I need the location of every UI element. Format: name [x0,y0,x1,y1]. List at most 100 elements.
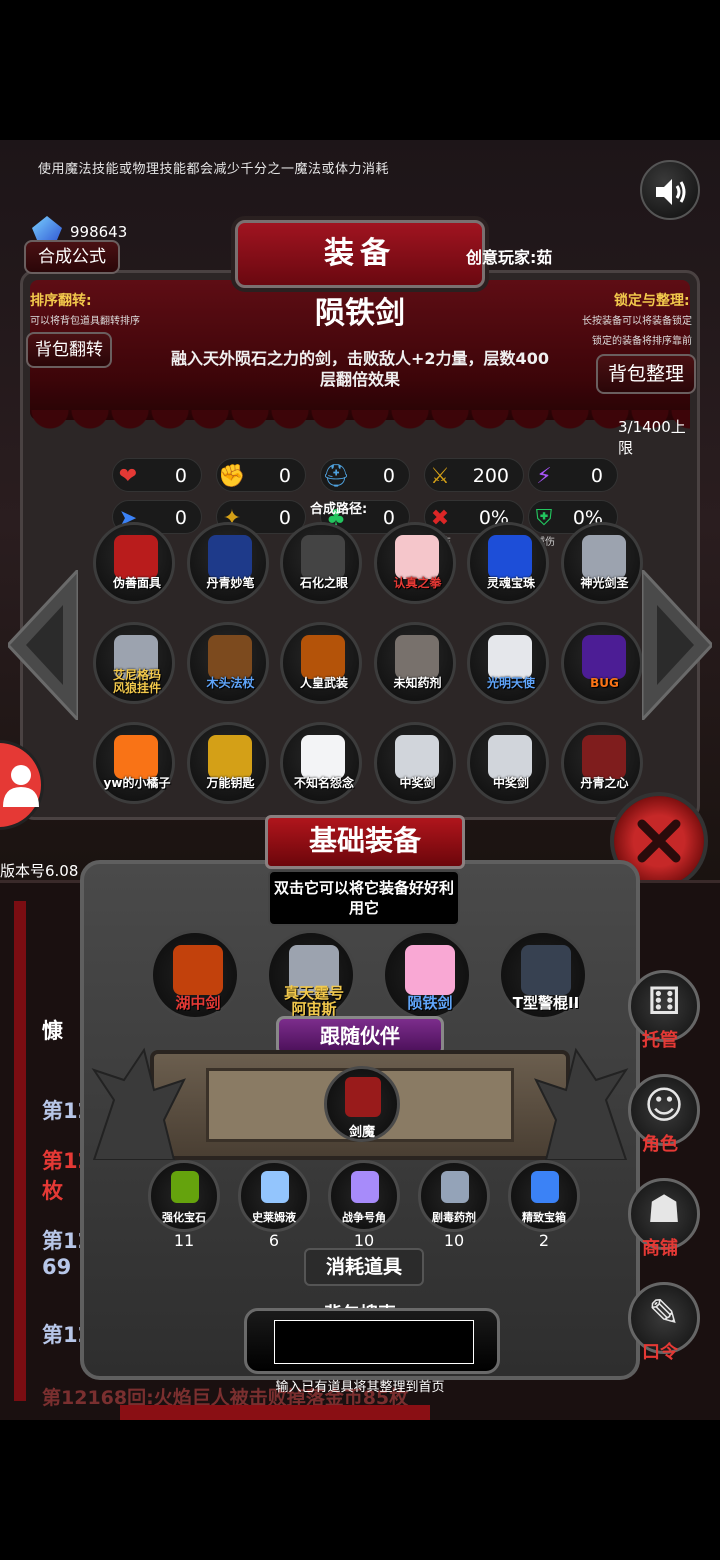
shop-icon: ☗ [646,1187,682,1231]
recipe-slot[interactable]: 人皇武装 [280,622,362,704]
recipe-slot[interactable]: 中奖剑 [467,722,549,804]
consumables-plate: 消耗道具 [304,1248,424,1286]
equipment-label: 陨铁剑 [407,994,453,1012]
log-line: 枚 [42,1179,63,1203]
consumable-count: 2 [538,1231,550,1250]
log-line: 69 [42,1255,72,1279]
recipe-item-label: 认真之拳 [393,576,442,590]
search-input[interactable] [274,1320,474,1364]
side-button-label: 口令 [642,1342,678,1363]
close-icon [637,819,681,863]
panel-title-plate: 装备 [235,220,485,288]
consumable-slot[interactable]: 战争号角 10 [328,1160,400,1250]
consumable-label: 战争号角 [342,1211,386,1224]
equipment-slot[interactable]: T型警棍II [498,930,588,1020]
item-name: 陨铁剑 [315,296,405,331]
stat-value: 0 [382,507,395,529]
equipment-label: 湖中剑 [175,994,221,1012]
recipe-item-label: 伪善面具 [112,576,161,590]
recipe-slot[interactable]: 未知药剂 [373,622,456,704]
recipe-item-image [581,635,626,679]
recipe-button[interactable]: 合成公式 [24,240,120,274]
recipe-item-image [394,735,439,779]
recipe-item-image [207,535,252,579]
recipe-item-image [207,735,252,779]
stat-value: 0 [174,465,187,487]
dragon-statue-right-icon [534,1047,629,1160]
item-description: 融入天外陨石之力的剑，击败敌人+2力量，层数400层翻倍效果 [171,349,549,389]
equipment-label: T型警棍II [512,994,580,1012]
consumable-slot[interactable]: 强化宝石 11 [148,1160,220,1250]
equipment-slot[interactable]: 湖中剑 [150,930,240,1020]
recipe-item-image [488,735,532,779]
equipment-slot[interactable]: 真天霆号 阿宙斯 [266,930,356,1020]
muscle-icon: ✊ [218,463,246,489]
consumable-slot[interactable]: 精致宝箱 2 [508,1160,580,1250]
recipe-slot[interactable]: 灵魂宝珠 [467,522,549,604]
partner-slot[interactable]: 剑魔 [324,1066,400,1142]
recipe-item-label: 人皇武装 [299,676,348,690]
recipe-slot[interactable]: 光明天使 [467,622,549,704]
lightning-icon: ⚡ [536,463,552,489]
stat-value: 0 [590,465,603,487]
helmet-icon: ⛑ [322,463,350,489]
speaker-icon [656,179,686,205]
bag-organize-button[interactable]: 背包整理 [596,354,696,394]
sound-button[interactable] [640,160,700,220]
recipe-item-label: 不知名怨念 [293,776,354,790]
recipe-slot[interactable]: BUG [560,622,643,704]
consumable-count: 10 [443,1231,465,1250]
basic-equipment-title: 基础装备 [308,824,421,857]
consumable-slot[interactable]: 史莱姆液 6 [238,1160,310,1250]
recipe-slot[interactable]: yw的小橘子 [93,722,175,804]
consumables-title: 消耗道具 [325,1256,402,1278]
recipe-slot[interactable]: 万能钥匙 [186,722,269,804]
recipe-item-label: 木头法杖 [206,676,255,690]
recipe-slot[interactable]: 木头法杖 [186,622,269,704]
consumable-label: 精致宝箱 [522,1211,566,1224]
consumable-image [171,1171,199,1203]
next-arrow-icon[interactable] [642,570,712,720]
partner-title: 跟随伙伴 [320,1024,400,1048]
recipe-item-label: 中奖剑 [399,776,436,790]
bag-flip-button[interactable]: 背包翻转 [26,332,112,368]
command-icon: ✎ [648,1291,680,1335]
recipe-slot[interactable]: 丹青之心 [560,722,643,804]
prev-arrow-icon[interactable] [8,570,78,720]
recipe-item-label: yw的小橘子 [103,776,171,790]
sort-desc: 可以将背包道具翻转排序 [30,316,140,327]
equipment-label: 真天霆号 阿宙斯 [283,984,344,1018]
equipment-image [405,945,455,995]
recipe-item-image [488,635,532,679]
recipe-slot[interactable]: 丹青妙笔 [186,522,269,604]
user-icon [3,765,39,807]
basic-equipment-plate: 基础装备 [265,815,465,869]
consumable-slot[interactable]: 剧毒药剂 10 [418,1160,490,1250]
partner-label: 剑魔 [348,1125,375,1140]
recipe-item-image [114,735,158,779]
stat-value: 0 [278,465,291,487]
equipment-image [521,945,571,995]
recipe-slot[interactable]: 中奖剑 [373,722,456,804]
recipe-slot[interactable]: 神光剑圣 [560,522,643,604]
side-button-label: 商铺 [642,1238,678,1259]
capacity-text: 3/1400上限 [618,418,686,457]
recipe-slot[interactable]: 认真之拳 [373,522,456,604]
consumable-label: 强化宝石 [162,1211,206,1224]
consumable-image [531,1171,559,1203]
equipment-slot[interactable]: 陨铁剑 [382,930,472,1020]
lock-title: 锁定与整理: [614,293,690,309]
stat-value: 0 [174,507,187,529]
recipe-slot[interactable]: 石化之眼 [280,522,362,604]
recipe-path-title: 合成路径: [310,502,368,517]
player-name: 创意玩家:茹 [466,248,553,267]
recipe-item-image [394,635,439,679]
sort-title: 排序翻转: [30,293,92,309]
consumable-count: 11 [173,1231,195,1250]
recipe-slot[interactable]: 艾尼格玛 风狼挂件 [93,622,175,704]
recipe-item-label: 丹青妙笔 [206,576,255,590]
dice-icon: ⚅ [647,979,681,1023]
sword-icon: ⚔ [430,463,450,489]
recipe-slot[interactable]: 伪善面具 [93,522,175,604]
recipe-slot[interactable]: 不知名怨念 [280,722,362,804]
